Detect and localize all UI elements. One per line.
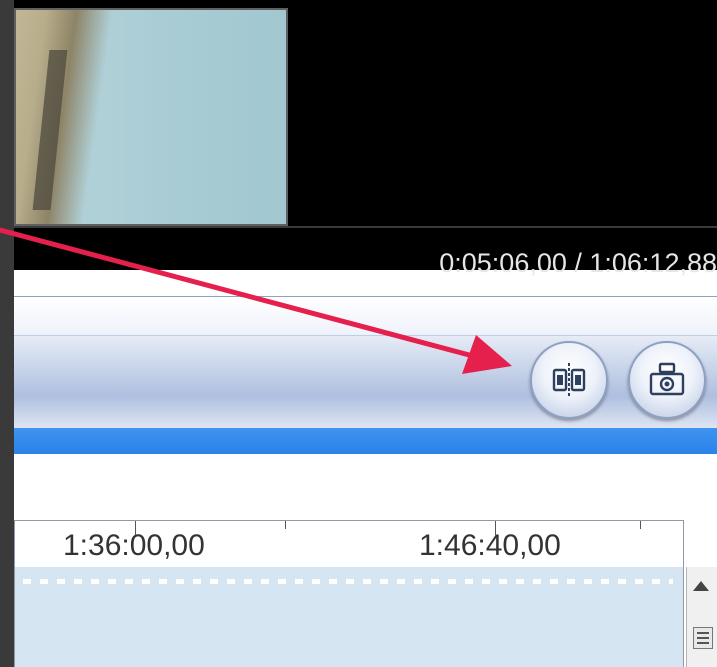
camera-icon	[649, 362, 685, 396]
timeline-panel: 1:36:00,00 1:46:40,00	[14, 454, 717, 667]
split-clip-button[interactable]	[530, 341, 608, 419]
time-ruler[interactable]: 1:36:00,00 1:46:40,00	[14, 520, 684, 568]
timeline-selection-bar[interactable]	[14, 428, 717, 454]
thumbnail-person	[16, 10, 115, 224]
toolbar-highlight	[14, 297, 717, 336]
video-thumbnail[interactable]	[14, 8, 288, 226]
timeline-toolbar	[14, 296, 717, 429]
window-border	[0, 0, 14, 667]
ruler-label-2: 1:46:40,00	[419, 529, 561, 562]
snapshot-button[interactable]	[628, 341, 706, 419]
timeline-scrollbar[interactable]	[686, 567, 717, 667]
ruler-tick	[285, 521, 286, 529]
video-editor-window: 0:05:06,00 / 1:06:12,88 1:36:00,00 1:46:…	[0, 0, 717, 667]
preview-divider	[14, 226, 717, 228]
scroll-up-icon[interactable]	[693, 581, 709, 591]
track-dotted-line	[23, 579, 673, 584]
scroll-grip[interactable]	[693, 627, 713, 649]
playback-time: 0:05:06,00 / 1:06:12,88	[439, 248, 717, 278]
ruler-tick	[640, 521, 641, 529]
preview-monitor: 0:05:06,00 / 1:06:12,88	[14, 0, 717, 278]
split-icon	[552, 363, 586, 397]
video-track[interactable]	[14, 567, 684, 667]
ruler-label-1: 1:36:00,00	[63, 529, 205, 562]
